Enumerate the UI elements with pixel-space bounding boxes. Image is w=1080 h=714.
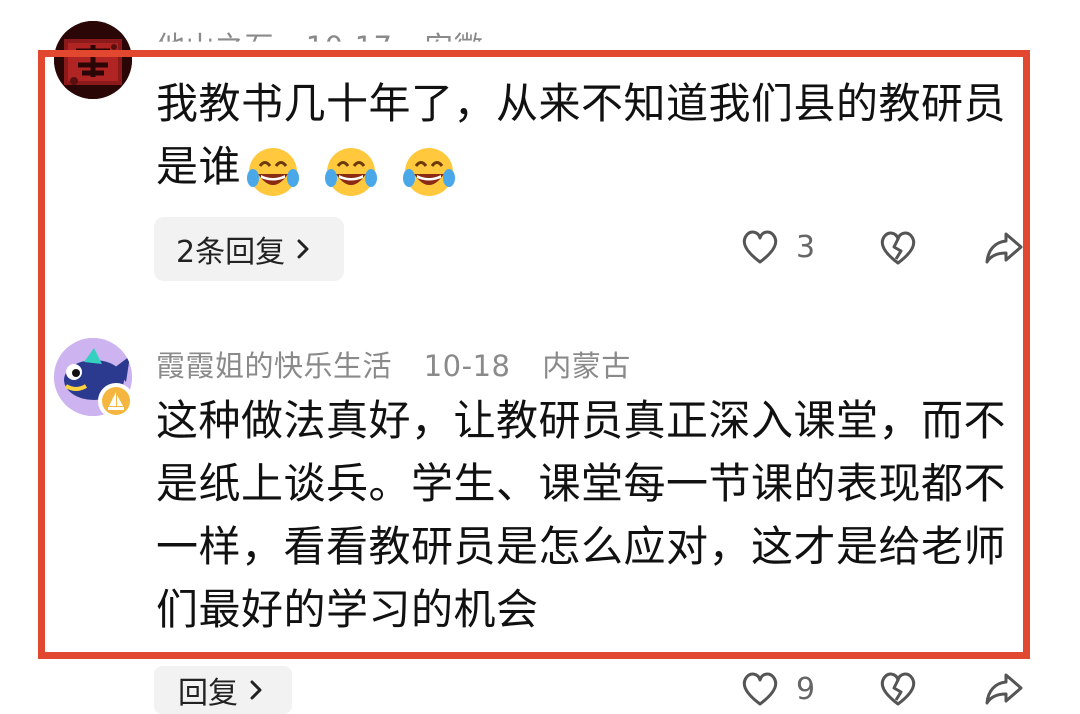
comment-meta: 他山之石 10-17 安徽 (156, 24, 505, 64)
laughing-tears-emoji-icon (324, 147, 377, 196)
comment-body: 这种做法真好，让教研员真正深入课堂，而不是纸上谈兵。学生、课堂每一节课的表现都不… (156, 396, 1007, 634)
broken-heart-icon (880, 231, 916, 265)
reply-button[interactable]: 回复 (154, 666, 292, 714)
comment-date: 10-18 (423, 349, 511, 383)
badge-icon (98, 383, 134, 419)
share-button[interactable] (984, 671, 1024, 707)
dislike-button[interactable] (878, 670, 918, 708)
broken-heart-icon (880, 672, 916, 706)
dislike-button[interactable] (878, 229, 918, 267)
like-count: 3 (796, 229, 816, 265)
comment-location: 内蒙古 (542, 349, 631, 383)
emoji-group (243, 137, 463, 202)
comment-text: 这种做法真好，让教研员真正深入课堂，而不是纸上谈兵。学生、课堂每一节课的表现都不… (156, 389, 1016, 641)
username[interactable]: 霞霞姐的快乐生活 (156, 349, 392, 383)
like-count: 9 (796, 671, 816, 707)
reply-label: 回复 (178, 676, 238, 711)
replies-label: 2条回复 (176, 235, 286, 270)
share-icon (985, 232, 1023, 264)
laughing-tears-emoji-icon (247, 147, 300, 196)
comment-text: 我教书几十年了，从来不知道我们县的教研员是谁 (156, 72, 1016, 202)
username[interactable]: 他山之石 (156, 30, 274, 42)
comment-meta: 霞霞姐的快乐生活 10-18 内蒙古 (156, 343, 653, 385)
like-button[interactable]: 3 (740, 228, 815, 266)
comment-location: 安徽 (424, 30, 484, 64)
heart-icon (742, 672, 778, 706)
share-button[interactable] (984, 230, 1024, 266)
heart-icon (742, 230, 778, 264)
chevron-right-icon (297, 239, 309, 259)
chevron-right-icon (250, 680, 262, 700)
view-replies-button[interactable]: 2条回复 (154, 217, 344, 281)
share-icon (985, 673, 1023, 705)
laughing-tears-emoji-icon (402, 147, 455, 196)
like-button[interactable]: 9 (740, 670, 815, 708)
avatar[interactable] (54, 21, 132, 99)
comment-date: 10-17 (305, 30, 393, 64)
